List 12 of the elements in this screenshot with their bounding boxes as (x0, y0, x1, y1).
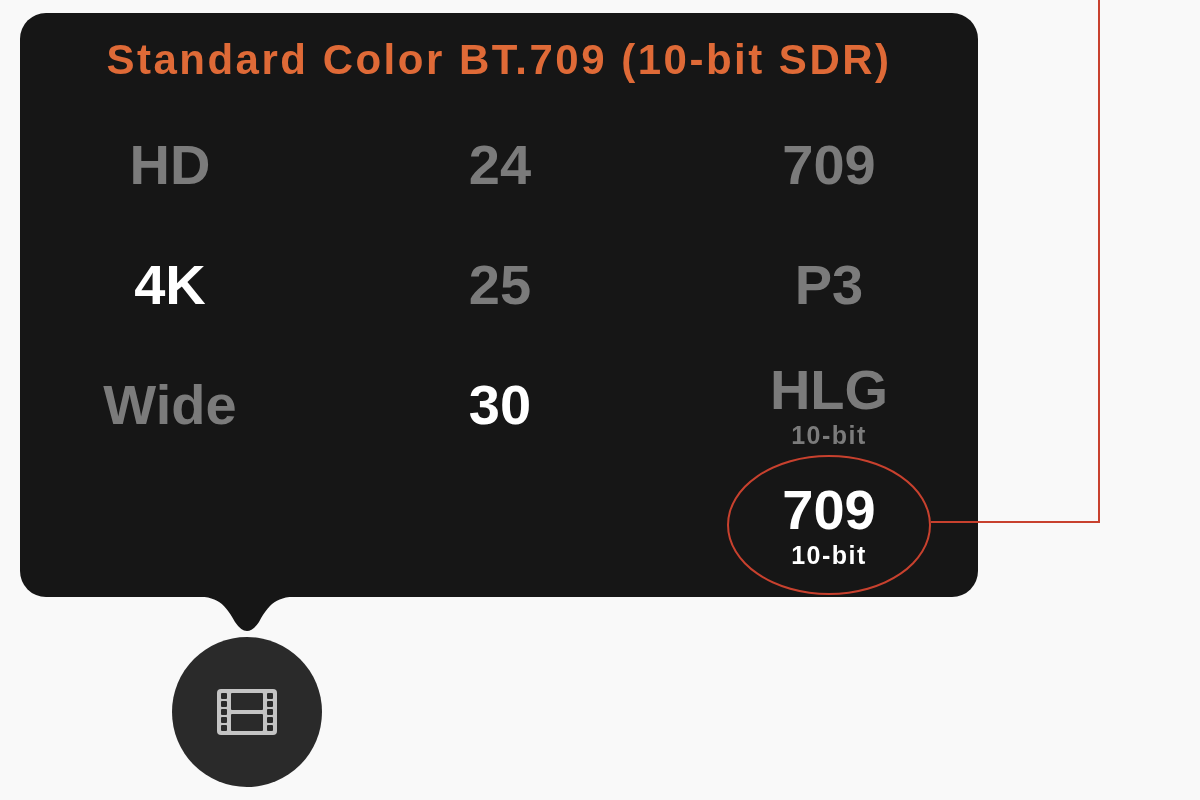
film-icon (217, 689, 277, 735)
option-button[interactable]: 25 (468, 257, 532, 313)
option-button[interactable]: 4K (134, 257, 206, 313)
option-button[interactable]: P3 (794, 257, 864, 313)
popover-title: Standard Color BT.709 (10-bit SDR) (106, 36, 892, 84)
option-button[interactable]: HLG 10-bit (769, 362, 889, 448)
option-button[interactable]: 709 (782, 137, 876, 193)
option-button[interactable]: 30 (468, 377, 532, 433)
option-button[interactable]: 24 (468, 137, 532, 193)
option-button[interactable]: 709 10-bit (782, 482, 876, 568)
option-button[interactable]: Wide (103, 377, 237, 433)
option-button[interactable]: HD (129, 137, 211, 193)
